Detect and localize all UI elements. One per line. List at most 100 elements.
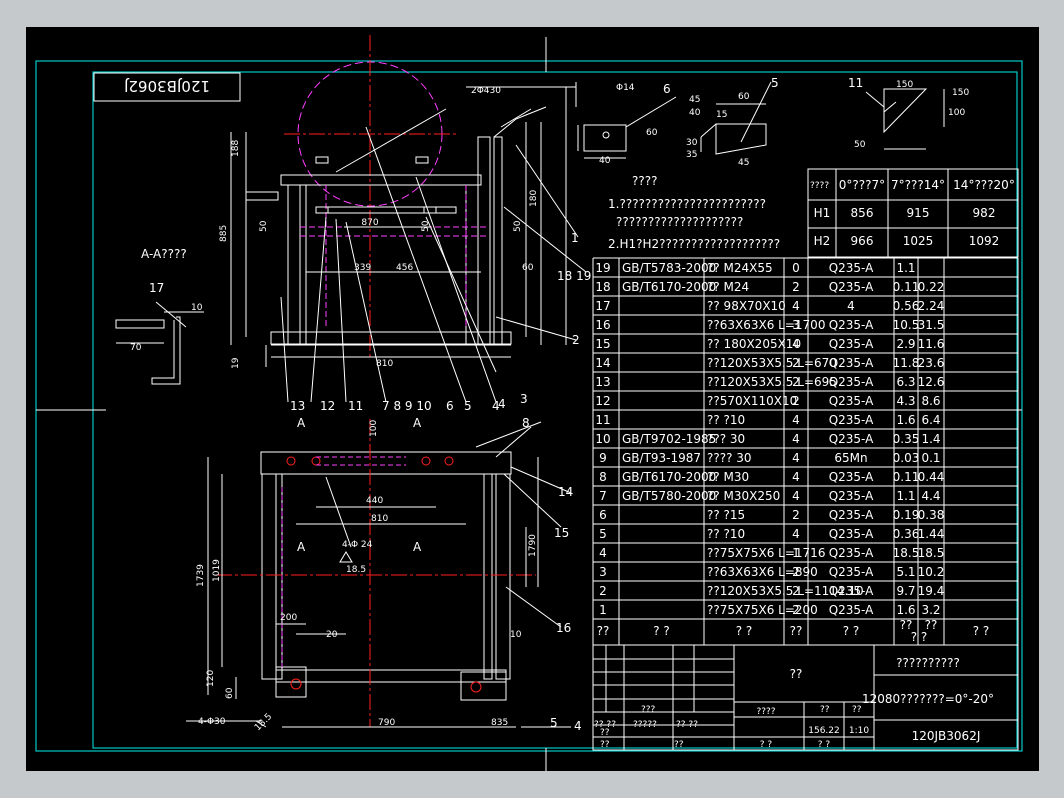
bom-row-total-weight: 12.6 bbox=[918, 375, 945, 389]
svg-text:4-Φ30: 4-Φ30 bbox=[198, 717, 226, 727]
bom-row-qty: 4 bbox=[792, 413, 800, 427]
bom-row-unit-weight: 11.8 bbox=[893, 356, 920, 370]
svg-text:339: 339 bbox=[354, 263, 371, 273]
svg-text:200: 200 bbox=[280, 613, 297, 623]
bom-row-unit-weight: 0.11 bbox=[893, 470, 920, 484]
bom-row-no: 17 bbox=[595, 299, 610, 313]
bom-row-no: 16 bbox=[595, 318, 610, 332]
bom-row-qty: 2 bbox=[792, 565, 800, 579]
bom-row-qty: 2 bbox=[792, 375, 800, 389]
svg-text:100: 100 bbox=[369, 420, 379, 437]
note-1-line-2: ???????????????????? bbox=[616, 215, 743, 229]
bom-row-name: ?? 98X70X10 bbox=[707, 299, 786, 313]
bom-row-material: Q235-A bbox=[829, 356, 874, 370]
project-name: ?????????? bbox=[896, 656, 960, 670]
bom-row-total-weight: 0.44 bbox=[918, 470, 945, 484]
bom-row-material: Q235-A bbox=[829, 489, 874, 503]
bom-row-unit-weight: 2.9 bbox=[896, 337, 915, 351]
bom-row-total-weight: 0.1 bbox=[921, 451, 940, 465]
svg-text:4-Φ 24: 4-Φ 24 bbox=[342, 540, 373, 550]
svg-text:16: 16 bbox=[556, 621, 571, 635]
bom-row-no: 7 bbox=[599, 489, 607, 503]
title-description: 12080???????=0°-20° bbox=[862, 692, 994, 706]
bom-row-unit-weight: 10.5 bbox=[893, 318, 920, 332]
bom-row-std: GB/T93-1987 bbox=[622, 451, 701, 465]
svg-text:45: 45 bbox=[738, 158, 749, 168]
bom-row-name: ?? M30X250 bbox=[707, 489, 780, 503]
svg-text:915: 915 bbox=[907, 206, 930, 220]
note-1-line-1: 1.??????????????????????? bbox=[608, 197, 766, 211]
title-stamp: 120JB3062J bbox=[93, 72, 241, 102]
svg-text:A: A bbox=[297, 540, 306, 554]
bom-row-name: ??120X53X5.5 L=695 bbox=[707, 375, 837, 389]
svg-text:??: ?? bbox=[674, 740, 684, 750]
svg-text:456: 456 bbox=[396, 263, 413, 273]
bom-row-qty: 4 bbox=[792, 337, 800, 351]
svg-text:810: 810 bbox=[371, 514, 388, 524]
svg-text:10: 10 bbox=[510, 630, 522, 640]
bom-row-name: ???? 30 bbox=[707, 451, 752, 465]
bom-row-no: 13 bbox=[595, 375, 610, 389]
bom-row-name: ??570X110X10 bbox=[707, 394, 797, 408]
bom-row-unit-weight: 0.03 bbox=[893, 451, 920, 465]
bom-row-name: ??63X63X6 L=1700 bbox=[707, 318, 825, 332]
bom-row-unit-weight: 0.19 bbox=[893, 508, 920, 522]
svg-text:????: ???? bbox=[756, 707, 775, 717]
bom-row-total-weight: 18.5 bbox=[918, 546, 945, 560]
svg-text:18.5: 18.5 bbox=[346, 565, 366, 575]
bom-row-no: 19 bbox=[595, 261, 610, 275]
bom-row-unit-weight: 0.36 bbox=[893, 527, 920, 541]
bom-row-unit-weight: 0.11 bbox=[893, 280, 920, 294]
svg-text:50: 50 bbox=[854, 140, 866, 150]
section-caption: A-A???? bbox=[141, 247, 187, 261]
svg-text:???: ??? bbox=[641, 705, 656, 715]
svg-text:7°???14°: 7°???14° bbox=[891, 178, 945, 192]
bom-row-qty: 4 bbox=[792, 432, 800, 446]
bom-row-qty: 0 bbox=[792, 261, 800, 275]
svg-text:10: 10 bbox=[191, 303, 203, 313]
svg-text:3: 3 bbox=[520, 392, 528, 406]
svg-text:60: 60 bbox=[738, 92, 750, 102]
bom-row-total-weight: 0.22 bbox=[918, 280, 945, 294]
svg-text:?????: ????? bbox=[633, 720, 657, 730]
cad-viewport[interactable]: 120JB3062J 870 50 50 339 456 60 810 188 … bbox=[26, 27, 1039, 771]
svg-text:188: 188 bbox=[231, 140, 241, 157]
bom-row-no: 2 bbox=[599, 584, 607, 598]
bom-row-qty: 2 bbox=[792, 508, 800, 522]
bom-row-unit-weight: 1.1 bbox=[896, 489, 915, 503]
svg-text:35: 35 bbox=[686, 150, 697, 160]
bom-row-material: Q235-A bbox=[829, 546, 874, 560]
drawing-number: 120JB3062J bbox=[912, 729, 981, 743]
title-block-text: ?? ?????????? 12080???????=0°-20° 120JB3… bbox=[594, 656, 994, 750]
bottom-view-labels: A A A A 4 8 14 15 16 4 5 100 440 810 173… bbox=[196, 397, 582, 733]
bom-header-std: ? ? bbox=[653, 624, 670, 638]
svg-text:1019: 1019 bbox=[212, 559, 222, 582]
svg-text:5: 5 bbox=[464, 399, 472, 413]
bom-row-qty: 2 bbox=[792, 603, 800, 617]
svg-text:1790: 1790 bbox=[528, 534, 538, 557]
svg-text:14: 14 bbox=[558, 485, 573, 499]
bom-row-material: Q235-A bbox=[829, 394, 874, 408]
bom-row-total-weight: 31.5 bbox=[918, 318, 945, 332]
bom-row-std: GB/T9702-1985 bbox=[622, 432, 716, 446]
bom-row-unit-weight: 5.1 bbox=[896, 565, 915, 579]
bom-row-material: Q235-A bbox=[829, 337, 874, 351]
svg-text:??: ?? bbox=[600, 740, 610, 750]
svg-text:790: 790 bbox=[378, 718, 395, 728]
svg-text:A: A bbox=[297, 416, 306, 430]
svg-text:1092: 1092 bbox=[969, 234, 1000, 248]
svg-text:8: 8 bbox=[522, 416, 530, 430]
svg-text:????: ???? bbox=[810, 181, 829, 191]
svg-text:15: 15 bbox=[716, 110, 727, 120]
svg-text:20: 20 bbox=[326, 630, 338, 640]
svg-text:??: ?? bbox=[600, 728, 610, 738]
bom-header-material: ? ? bbox=[843, 624, 860, 638]
bom-row-no: 9 bbox=[599, 451, 607, 465]
bom-row-total-weight: 1.4 bbox=[921, 432, 940, 446]
bom-row-total-weight: 1.44 bbox=[918, 527, 945, 541]
svg-text:50: 50 bbox=[513, 220, 523, 232]
bom-row-name: ?? 180X205X10 bbox=[707, 337, 801, 351]
part-name: ?? bbox=[790, 667, 803, 681]
bom-row-material: Q235-A bbox=[829, 261, 874, 275]
bom-row-material: 65Mn bbox=[834, 451, 867, 465]
